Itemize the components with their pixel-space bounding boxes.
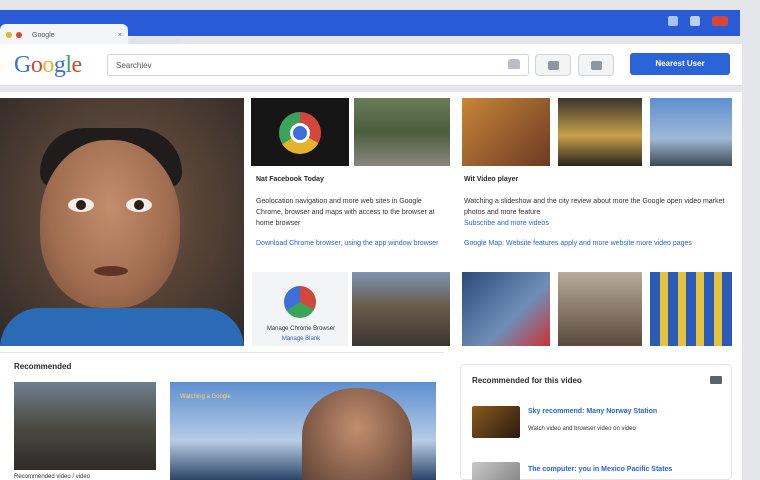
portrait-eye-left <box>68 198 94 212</box>
hero-image[interactable] <box>0 98 244 346</box>
right-heading[interactable]: Wit Video player <box>464 176 518 183</box>
recommended-heading: Recommended <box>14 362 72 371</box>
mid-description: Geolocation navigation and more web site… <box>256 198 435 227</box>
chrome-thumb-link[interactable]: Manage Blank <box>258 334 344 345</box>
maximize-icon[interactable] <box>690 16 700 26</box>
sky-thumbnail[interactable] <box>650 98 732 166</box>
mid-heading[interactable]: Nat Facebook Today <box>256 176 324 183</box>
portrait-face <box>40 140 180 308</box>
chrome-thumbnail[interactable] <box>251 98 349 166</box>
close-window-icon[interactable] <box>712 16 728 26</box>
portrait-mouth <box>94 266 128 276</box>
screen: Google × Google Searchlev Nearest User N… <box>0 0 760 480</box>
street-thumbnail[interactable] <box>354 98 450 166</box>
grid-thumbnail[interactable] <box>650 272 732 346</box>
primary-action-button[interactable]: Nearest User <box>630 53 730 75</box>
related-thumbnail[interactable] <box>472 462 520 480</box>
camera-button[interactable] <box>535 54 571 76</box>
right-description: Watching a slideshow and the city review… <box>464 198 725 216</box>
featured-video-caption: Watching a Google <box>180 394 231 400</box>
chrome-icon-thumbnail[interactable]: Manage Chrome Browser Manage Blank <box>252 272 348 346</box>
portrait-eye-right <box>126 198 152 212</box>
featured-video-thumbnail[interactable]: Watching a Google <box>170 382 436 480</box>
gear-icon <box>591 61 602 70</box>
camera-icon <box>548 61 559 70</box>
related-videos-title: Recommended for this video <box>472 376 582 385</box>
portrait-shirt <box>0 308 244 346</box>
related-title[interactable]: The computer: you in Mexico Pacific Stat… <box>528 464 724 475</box>
google-logo[interactable]: Google <box>14 52 82 79</box>
browser-tab[interactable]: Google × <box>0 24 128 46</box>
right-text-link[interactable]: Subscribe and more videos <box>464 218 726 229</box>
tv-thumbnail[interactable] <box>462 272 550 346</box>
related-title[interactable]: Sky recommend: Many Norway Station <box>528 406 724 417</box>
mid-link[interactable]: Download Chrome browser, using the app w… <box>256 238 446 260</box>
tv-icon[interactable] <box>710 376 722 384</box>
minimize-icon[interactable] <box>668 16 678 26</box>
city-thumbnail[interactable] <box>352 272 450 346</box>
alley-thumbnail[interactable] <box>14 382 156 470</box>
related-meta: Watch video and browser video on video <box>528 426 636 432</box>
alley-caption[interactable]: Recommended video / video <box>14 472 156 480</box>
people-thumbnail[interactable] <box>558 272 642 346</box>
shop-thumbnail[interactable] <box>558 98 642 166</box>
tab-close-icon[interactable]: × <box>118 32 122 39</box>
market-thumbnail[interactable] <box>462 98 550 166</box>
related-thumbnail[interactable] <box>472 406 520 438</box>
tab-dot-icon <box>16 32 22 38</box>
settings-button[interactable] <box>578 54 614 76</box>
search-input[interactable]: Searchlev <box>107 54 529 76</box>
favicon-icon <box>6 32 12 38</box>
right-link[interactable]: Google Map: Website features apply and m… <box>464 238 726 260</box>
tab-title: Google <box>32 31 55 39</box>
keyboard-icon[interactable] <box>508 59 520 69</box>
